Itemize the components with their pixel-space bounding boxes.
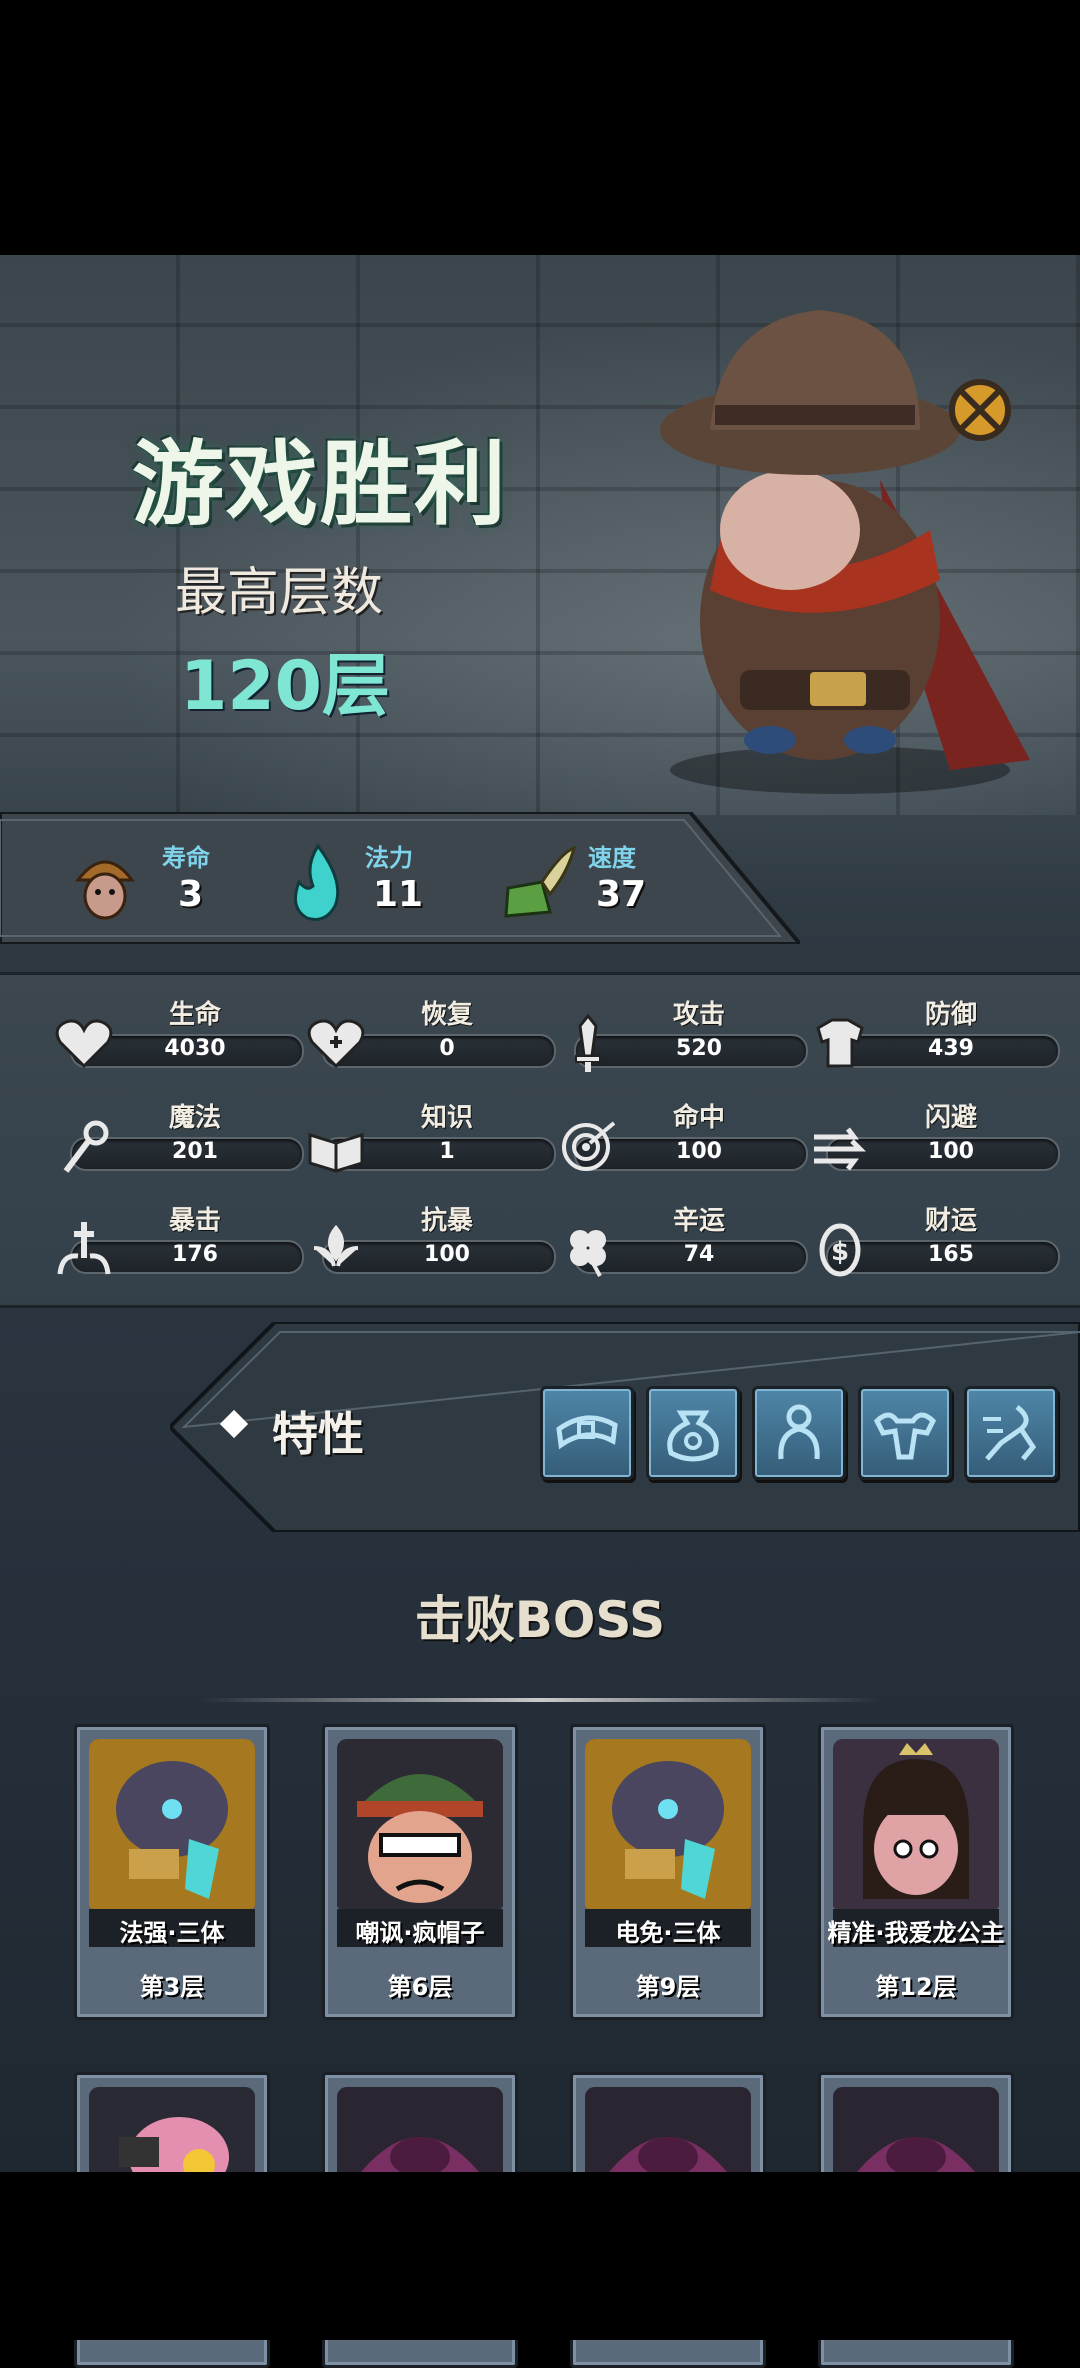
mushroom-hero-icon xyxy=(74,860,136,920)
victory-title: 游戏胜利 xyxy=(132,431,509,538)
dodge-arrows-icon xyxy=(814,1127,867,1171)
banner-stat-mana: 法力 11 xyxy=(285,838,485,928)
banner-stat-life: 寿命 3 xyxy=(70,838,270,928)
trait-slot-2[interactable] xyxy=(646,1386,740,1480)
heart-plus-icon xyxy=(307,1019,365,1069)
boss-name: 电免·三体 xyxy=(615,1919,721,1947)
boss-floor: 第9层 xyxy=(635,1973,701,2001)
max-floor-value: 120层 xyxy=(180,647,390,726)
stat-label: 攻击 xyxy=(672,1000,725,1030)
stat-1: 生命 4030 xyxy=(50,992,304,1072)
speed-value: 37 xyxy=(596,874,647,915)
boss-portrait xyxy=(337,1739,503,1909)
stat-value: 520 xyxy=(676,1036,722,1061)
boss-portrait xyxy=(833,1739,999,1909)
target-icon xyxy=(562,1121,616,1171)
clover-icon xyxy=(570,1230,606,1277)
stat-11: 辛运 74 xyxy=(554,1198,808,1278)
stat-label: 生命 xyxy=(168,1000,221,1030)
stat-value: 201 xyxy=(172,1139,218,1164)
trait-slot-5[interactable] xyxy=(964,1386,1058,1480)
boss-card[interactable]: 法强·三体 第3层 xyxy=(74,1724,270,2020)
boss-floor: 第6层 xyxy=(387,1973,453,2001)
banner-stat-speed: 速度 37 xyxy=(498,838,698,928)
boss-name: 精准·我爱龙公主 xyxy=(827,1919,1005,1947)
boss-name: 嘲讽·疯帽子 xyxy=(355,1919,485,1947)
staff-icon xyxy=(63,1120,109,1173)
max-floor-label: 最高层数 xyxy=(175,563,384,623)
boss-name: 法强·三体 xyxy=(119,1919,225,1947)
status-bar-area xyxy=(0,0,1080,255)
boss-floor: 第12层 xyxy=(875,1973,957,2001)
crit-resist-icon xyxy=(313,1224,359,1267)
trait-slot-1[interactable] xyxy=(540,1386,634,1480)
stat-value: 0 xyxy=(439,1036,455,1061)
trait-slot-3[interactable] xyxy=(752,1386,846,1480)
crit-burst-icon xyxy=(57,1222,111,1275)
defeated-boss-title: 击败BOSS xyxy=(414,1591,666,1649)
stat-3: 攻击 520 xyxy=(554,992,808,1072)
sword-icon xyxy=(575,1013,601,1072)
stat-value: 100 xyxy=(676,1139,722,1164)
stat-label: 闪避 xyxy=(924,1103,977,1133)
navigation-bar-area xyxy=(0,2172,1080,2340)
trait-slot-4[interactable] xyxy=(858,1386,952,1480)
armor-icon xyxy=(816,1018,864,1068)
stat-label: 暴击 xyxy=(168,1206,221,1236)
mana-label: 法力 xyxy=(365,844,413,872)
boss-card[interactable]: 精准·我爱龙公主 第12层 xyxy=(818,1724,1014,2020)
boss-floor: 第3层 xyxy=(139,1973,205,2001)
stat-label: 辛运 xyxy=(672,1206,725,1236)
moneybag-trait-icon xyxy=(667,1410,719,1462)
mana-value: 11 xyxy=(373,874,424,915)
stat-value: 1 xyxy=(439,1139,455,1164)
stat-value: 100 xyxy=(424,1242,470,1267)
stat-4: 防御 439 xyxy=(806,992,1060,1072)
life-label: 寿命 xyxy=(162,844,210,872)
stat-value: 165 xyxy=(928,1242,974,1267)
brute-trait-icon xyxy=(778,1404,820,1460)
boss-portrait xyxy=(89,1739,255,1909)
stat-9: 暴击 176 xyxy=(50,1198,304,1278)
stat-label: 魔法 xyxy=(168,1103,221,1133)
stat-label: 命中 xyxy=(672,1103,725,1133)
heart-icon xyxy=(55,1019,113,1069)
section-divider xyxy=(200,1698,880,1702)
coin-icon: $ xyxy=(819,1223,861,1277)
stat-value: 439 xyxy=(928,1036,974,1061)
muscle-trait-icon xyxy=(873,1412,937,1460)
stat-label: 恢复 xyxy=(420,1000,473,1030)
svg-text:$: $ xyxy=(831,1237,849,1267)
stat-7: 命中 100 xyxy=(554,1095,808,1175)
winged-boot-icon xyxy=(504,845,577,918)
dash-trait-icon xyxy=(983,1405,1037,1461)
blue-flame-icon xyxy=(293,843,340,921)
life-value: 3 xyxy=(178,874,204,915)
stat-6: 知识 1 xyxy=(302,1095,556,1175)
stat-label: 抗暴 xyxy=(420,1206,473,1236)
stat-value: 100 xyxy=(928,1139,974,1164)
stat-8: 闪避 100 xyxy=(806,1095,1060,1175)
boss-portrait xyxy=(585,1739,751,1909)
speed-label: 速度 xyxy=(588,844,636,872)
boss-card[interactable]: 嘲讽·疯帽子 第6层 xyxy=(322,1724,518,2020)
book-icon xyxy=(308,1132,364,1173)
stat-label: 财运 xyxy=(924,1206,977,1236)
stat-value: 74 xyxy=(683,1242,715,1267)
stat-label: 知识 xyxy=(420,1103,473,1133)
stat-label: 防御 xyxy=(924,1000,977,1030)
stat-5: 魔法 201 xyxy=(50,1095,304,1175)
belt-trait-icon xyxy=(556,1415,618,1450)
traits-label: 特性 xyxy=(272,1407,364,1461)
stat-10: 抗暴 100 xyxy=(302,1198,556,1278)
boss-card[interactable]: 电免·三体 第9层 xyxy=(570,1724,766,2020)
stat-12: $ 财运 165 xyxy=(806,1198,1060,1278)
stat-2: 恢复 0 xyxy=(302,992,556,1072)
stat-value: 4030 xyxy=(164,1036,226,1061)
stat-value: 176 xyxy=(172,1242,218,1267)
cowboy-hero-portrait xyxy=(660,310,1030,794)
